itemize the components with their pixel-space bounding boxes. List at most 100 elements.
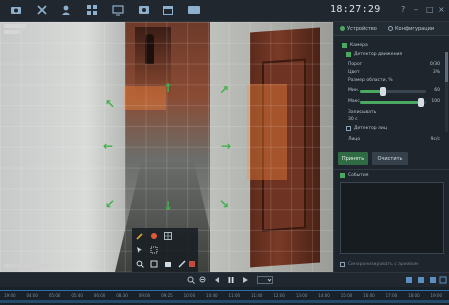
min-slider[interactable] [360,87,426,96]
timeline-tick-label: 05:40 [71,293,83,298]
timeline-recording-bar[interactable] [0,300,449,303]
cursor-icon[interactable] [134,244,146,255]
timeline-tick-label: 04:00 [26,293,38,298]
fullscreen-icon[interactable] [438,275,448,285]
ptz-left-icon[interactable]: ← [102,140,114,152]
camera-view[interactable]: ↖ ↑ ↗ ← → ↙ ↓ ↘ [0,22,333,272]
timeline-tick-label: 19:00 [4,293,16,298]
tab-device-radio[interactable] [340,26,345,31]
apply-button[interactable]: Принять [338,152,368,165]
playback-bar [0,272,449,287]
reset-button[interactable]: Очистить [372,152,408,165]
tab-device[interactable]: Устройство [340,26,377,32]
tab-configurations-radio[interactable] [388,26,393,31]
settings-icon[interactable] [428,275,438,285]
face-detector-checkbox[interactable] [346,126,351,131]
ptz-up-icon[interactable]: ↑ [162,82,174,94]
zone-size-label: Размер области, % [348,78,393,83]
fullscreen-icon[interactable] [148,258,160,269]
archive-sync-checkbox[interactable] [340,262,345,267]
help-icon[interactable]: ? [401,5,405,14]
top-toolbar: 18:27:29 ? – □ × [0,0,449,22]
color-icon[interactable] [148,230,160,241]
timeline[interactable]: 19:00 04:00 05:00 05:40 06:00 08:30 09:00 09:25… [0,287,449,305]
camera-enabled-checkbox[interactable] [342,43,347,48]
camera-icon[interactable] [8,3,24,17]
timeline-tick-label: 19:00 [430,293,443,298]
calendar-icon[interactable] [160,3,176,17]
timeline-tick-label: 14:00 [318,293,330,298]
monitor-icon[interactable] [110,3,126,17]
camera-osd-label [4,24,26,34]
tab-configurations[interactable]: Конфигурации [388,26,434,32]
timeline-tick-label: 05:00 [48,293,61,298]
ptz-down-icon[interactable]: ↓ [162,200,174,212]
face-label: Лицо [348,137,361,142]
zoom-out-icon[interactable] [198,275,208,285]
min-label: Мин. [348,88,360,93]
sensitivity-label: Порог [348,62,363,67]
ptz-up-left-icon[interactable]: ↖ [104,98,116,110]
max-slider-knob[interactable] [417,98,424,107]
settings-tabs: Устройство Конфигурации [334,22,449,36]
pause-icon[interactable] [226,275,236,285]
max-slider[interactable] [360,98,426,107]
play-icon[interactable] [240,275,250,285]
area-label: Цвет [348,70,360,75]
record-label: Записывать [348,110,377,115]
user-icon[interactable] [58,3,74,17]
ptz-up-right-icon[interactable]: ↗ [218,84,230,96]
timeline-tick-label: 10:00 [183,293,196,298]
archive-icon[interactable] [416,275,426,285]
ptz-down-left-icon[interactable]: ↙ [104,198,116,210]
sensitivity-value: 0/30 [429,62,440,67]
zoom-in-icon[interactable] [186,275,196,285]
zone-grid-icon[interactable] [162,230,174,241]
record-value[interactable]: 30 c [348,117,358,122]
snapshot-icon[interactable] [162,258,174,269]
timeline-tick-label: 18:00 [408,293,420,298]
grid-icon[interactable] [84,3,100,17]
export-icon[interactable] [404,275,414,285]
ptz-down-right-icon[interactable]: ↘ [218,198,230,210]
min-value: 60 [434,88,440,93]
timeline-tick-label: 06:00 [93,293,106,298]
record-icon[interactable] [136,3,152,17]
divider [334,169,449,170]
timeline-tick-label: 15:00 [340,293,353,298]
timeline-cursor-line [0,290,449,291]
area-value: 3% [432,70,440,75]
settings-scrollbar[interactable] [445,52,448,132]
ptz-right-icon[interactable]: → [220,140,232,152]
timeline-tick-label: 13:00 [295,293,308,298]
max-slider-fill [360,101,421,104]
maximize-icon[interactable]: □ [426,5,434,14]
events-label: События [348,173,369,178]
events-list[interactable] [340,182,444,254]
timeline-tick-label: 16:00 [363,293,375,298]
events-checkbox[interactable] [340,173,345,178]
minimize-icon[interactable]: – [414,5,418,14]
close-icon[interactable]: × [438,5,445,14]
camera-enabled-label: Камера [350,43,368,48]
timeline-tick-label: 11:40 [250,293,263,298]
zoom-in-icon[interactable] [134,258,146,269]
timeline-tick-label: 17:00 [385,293,398,298]
step-back-icon[interactable] [212,275,222,285]
brush-icon[interactable] [134,230,146,241]
timeline-tick-label: 08:30 [116,293,128,298]
timeline-tick-label: 11:00 [228,293,241,298]
min-slider-knob[interactable] [380,87,387,96]
speed-selector[interactable] [256,275,274,285]
tools-icon[interactable] [34,3,50,17]
motion-detector-checkbox[interactable] [346,52,351,57]
display-icon[interactable] [186,3,202,17]
settings-scroll-thumb[interactable] [445,52,448,82]
select-icon[interactable] [148,244,160,255]
settings-panel: Устройство Конфигурации Камера Детектор … [333,22,449,272]
timeline-tick-label: 09:25 [161,293,173,298]
archive-sync-label: Синхронизировать с архивом [348,262,419,267]
timeline-tick-label: 09:00 [138,293,151,298]
motion-detector-label: Детектор движения [354,52,403,57]
record-marker-icon[interactable] [186,258,198,269]
